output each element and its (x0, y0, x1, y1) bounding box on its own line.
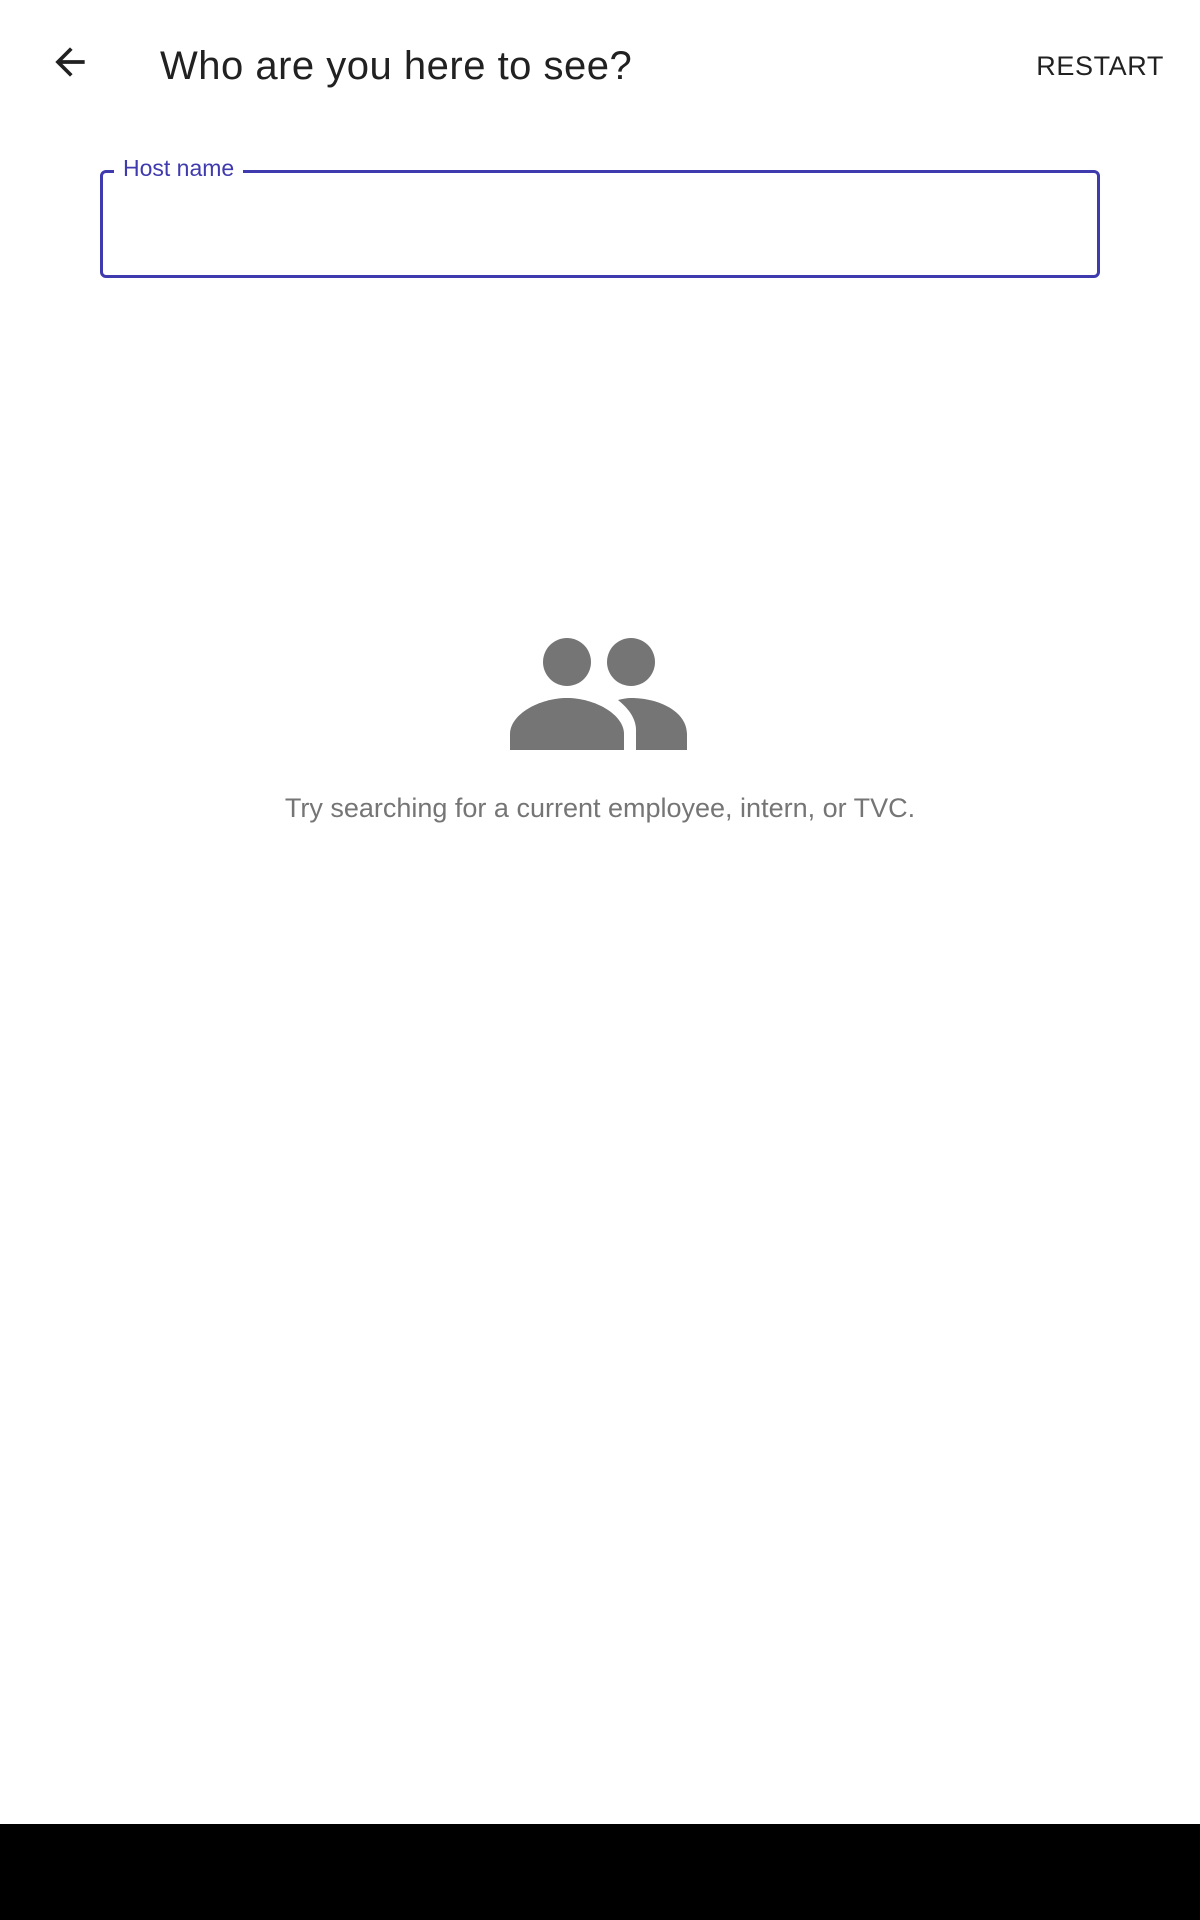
host-name-field[interactable]: Host name (100, 153, 1100, 278)
restart-button[interactable]: RESTART (1036, 40, 1164, 92)
empty-state: Try searching for a current employee, in… (0, 630, 1200, 826)
host-name-input[interactable] (122, 200, 1072, 248)
arrow-back-icon (55, 47, 85, 77)
system-navigation-bar (0, 1824, 1200, 1920)
host-search-screen: Who are you here to see? RESTART Host na… (0, 0, 1200, 1920)
empty-state-message: Try searching for a current employee, in… (284, 793, 916, 823)
people-icon (510, 638, 687, 750)
page-title: Who are you here to see? (160, 44, 633, 88)
back-button[interactable] (30, 22, 110, 102)
host-name-label: Host name (114, 153, 244, 183)
app-bar: Who are you here to see? RESTART (0, 0, 1200, 130)
